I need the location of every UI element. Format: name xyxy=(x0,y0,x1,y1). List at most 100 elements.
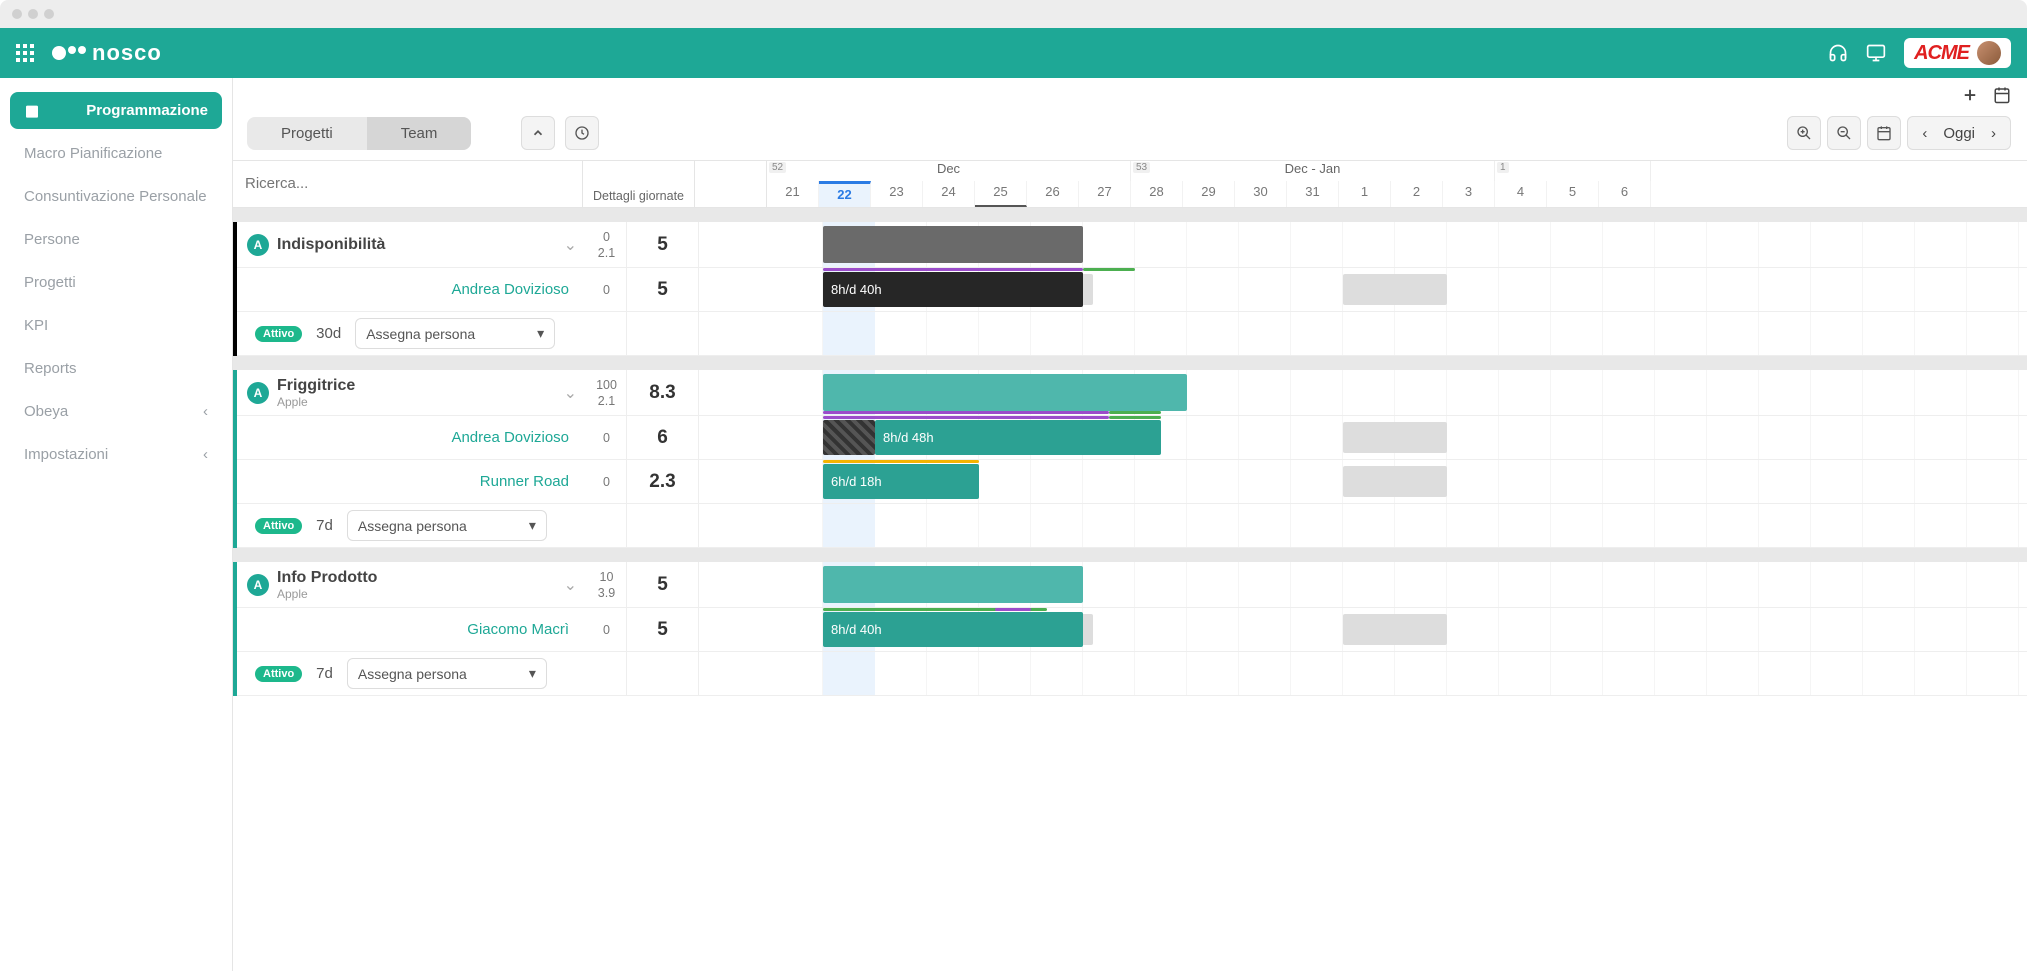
client-badge[interactable]: ACME xyxy=(1904,38,2011,68)
project-badge: A xyxy=(247,574,269,596)
gantt-bar[interactable]: 6h/d 18h xyxy=(823,464,979,499)
day-26[interactable]: 26 xyxy=(1027,181,1079,207)
tab-projects[interactable]: Progetti xyxy=(247,117,367,150)
apps-grid-icon[interactable] xyxy=(16,44,34,62)
assign-person-select[interactable]: Assegna persona▾ xyxy=(347,658,547,689)
project-stat-2: 2.1 xyxy=(598,246,615,260)
tab-team[interactable]: Team xyxy=(367,117,472,150)
day-30[interactable]: 30 xyxy=(1235,181,1287,207)
chevron-down-icon: ▾ xyxy=(529,665,536,682)
gantt-bar[interactable]: 8h/d 48h xyxy=(875,420,1161,455)
sidebar-item-label: Macro Pianificazione xyxy=(24,145,162,162)
zoom-out-icon[interactable] xyxy=(1827,116,1861,150)
window-dot-yellow[interactable] xyxy=(28,9,38,19)
window-dot-red[interactable] xyxy=(12,9,22,19)
brand-name: nosco xyxy=(92,40,162,66)
gantt-bar[interactable]: 8h/d 40h xyxy=(823,612,1083,647)
person-link[interactable]: Andrea Dovizioso xyxy=(247,429,577,446)
sidebar-item-1[interactable]: Macro Pianificazione xyxy=(10,135,222,172)
week-number: 52 xyxy=(769,162,786,173)
day-5[interactable]: 5 xyxy=(1547,181,1599,207)
topbar: nosco ACME xyxy=(0,28,2027,78)
view-segmented: Progetti Team xyxy=(247,117,471,150)
sidebar-item-0[interactable]: Programmazione xyxy=(10,92,222,129)
chevron-down-icon[interactable]: ⌄ xyxy=(564,383,577,403)
day-27[interactable]: 27 xyxy=(1079,181,1131,207)
calendar-icon[interactable] xyxy=(1867,116,1901,150)
day-29[interactable]: 29 xyxy=(1183,181,1235,207)
day-1[interactable]: 1 xyxy=(1339,181,1391,207)
day-2[interactable]: 2 xyxy=(1391,181,1443,207)
chevron-down-icon: ▾ xyxy=(537,325,544,342)
prev-icon[interactable]: ‹ xyxy=(1914,125,1935,142)
project-name: Info Prodotto xyxy=(277,569,377,587)
person-link[interactable]: Runner Road xyxy=(247,473,577,490)
timeline-header: 52Dec53Dec - Jan1 2122232425262728293031… xyxy=(767,161,2027,207)
sidebar-item-label: Impostazioni xyxy=(24,446,108,463)
day-23[interactable]: 23 xyxy=(871,181,923,207)
day-6[interactable]: 6 xyxy=(1599,181,1651,207)
duration-text: 30d xyxy=(316,325,341,342)
row-total: 2.3 xyxy=(627,460,699,503)
brand-logo[interactable]: nosco xyxy=(52,40,162,66)
search-input[interactable] xyxy=(245,175,570,192)
sidebar: Programmazione Macro Pianificazione Consun… xyxy=(0,78,233,971)
sidebar-item-7[interactable]: Obeya‹ xyxy=(10,393,222,430)
calendar-plus-icon[interactable] xyxy=(1993,86,2011,104)
project-badge: A xyxy=(247,382,269,404)
zoom-in-icon[interactable] xyxy=(1787,116,1821,150)
project-badge: A xyxy=(247,234,269,256)
row-stat: 0 xyxy=(587,416,627,459)
gantt-bar[interactable]: 8h/d 40h xyxy=(823,272,1083,307)
support-icon[interactable] xyxy=(1828,43,1848,63)
next-icon[interactable]: › xyxy=(1983,125,2004,142)
sidebar-item-8[interactable]: Impostazioni ‹ xyxy=(10,436,222,473)
project-total: 8.3 xyxy=(627,370,699,415)
cast-icon[interactable] xyxy=(1866,43,1886,63)
main: Progetti Team ‹ Oggi › Dettagli g xyxy=(233,78,2027,971)
sidebar-item-label: Obeya xyxy=(24,403,68,420)
day-28[interactable]: 28 xyxy=(1131,181,1183,207)
clock-icon[interactable] xyxy=(565,116,599,150)
person-link[interactable]: Andrea Dovizioso xyxy=(247,281,577,298)
chevron-down-icon: ▾ xyxy=(529,517,536,534)
project-subtitle: Apple xyxy=(277,587,377,601)
assign-person-select[interactable]: Assegna persona▾ xyxy=(347,510,547,541)
person-link[interactable]: Giacomo Macrì xyxy=(247,621,577,638)
chevron-down-icon[interactable]: ⌄ xyxy=(564,235,577,255)
project-total: 5 xyxy=(627,222,699,267)
day-22[interactable]: 22 xyxy=(819,181,871,207)
day-31[interactable]: 31 xyxy=(1287,181,1339,207)
sidebar-item-6[interactable]: Reports xyxy=(10,350,222,387)
day-4[interactable]: 4 xyxy=(1495,181,1547,207)
sidebar-item-label: Persone xyxy=(24,231,80,248)
project-stat-1: 100 xyxy=(596,378,617,392)
day-21[interactable]: 21 xyxy=(767,181,819,207)
assign-person-select[interactable]: Assegna persona▾ xyxy=(355,318,555,349)
add-icon[interactable] xyxy=(1961,86,1979,104)
project-stat-2: 3.9 xyxy=(598,586,615,600)
row-total: 5 xyxy=(627,268,699,311)
collapse-up-icon[interactable] xyxy=(521,116,555,150)
today-label[interactable]: Oggi xyxy=(1935,125,1983,142)
sidebar-item-5[interactable]: KPI xyxy=(10,307,222,344)
day-24[interactable]: 24 xyxy=(923,181,975,207)
sidebar-item-label: Progetti xyxy=(24,274,76,291)
avatar[interactable] xyxy=(1977,41,2001,65)
sidebar-item-2[interactable]: Consuntivazione Personale xyxy=(10,178,222,215)
calendar-icon xyxy=(24,103,40,119)
sidebar-item-4[interactable]: Progetti xyxy=(10,264,222,301)
window-dot-green[interactable] xyxy=(44,9,54,19)
chevron-down-icon[interactable]: ⌄ xyxy=(564,575,577,595)
sidebar-item-3[interactable]: Persone xyxy=(10,221,222,258)
row-stat: 0 xyxy=(587,460,627,503)
chevron-left-icon: ‹ xyxy=(203,446,208,463)
duration-text: 7d xyxy=(316,517,333,534)
gantt-bar[interactable] xyxy=(823,420,875,455)
project-stat-1: 0 xyxy=(603,230,610,244)
day-25[interactable]: 25 xyxy=(975,181,1027,207)
day-3[interactable]: 3 xyxy=(1443,181,1495,207)
today-button: ‹ Oggi › xyxy=(1907,116,2011,150)
project-subtitle: Apple xyxy=(277,395,355,409)
status-badge: Attivo xyxy=(255,326,302,342)
